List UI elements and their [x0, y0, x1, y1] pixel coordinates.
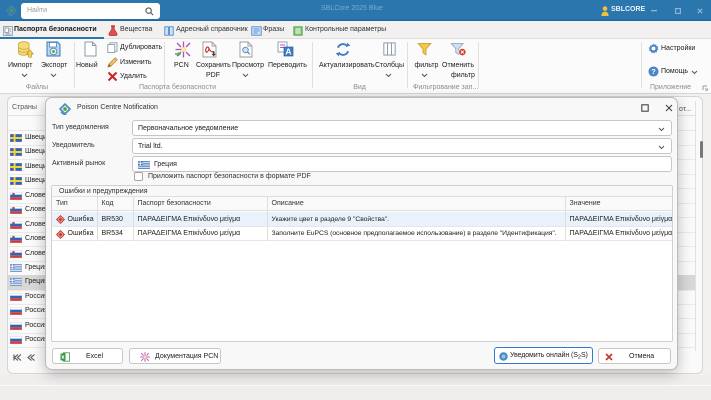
svg-text:?: ?: [651, 67, 656, 76]
svg-text:A: A: [285, 46, 291, 56]
